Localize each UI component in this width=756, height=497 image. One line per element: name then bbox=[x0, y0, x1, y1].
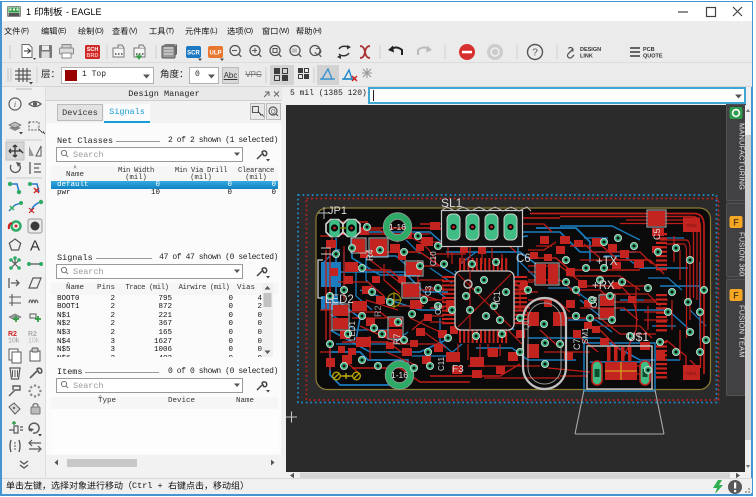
svg-text:F3: F3 bbox=[452, 364, 464, 375]
svg-text:+RX: +RX bbox=[592, 280, 615, 292]
svg-text:C3: C3 bbox=[424, 285, 433, 296]
svg-text:1-16: 1-16 bbox=[391, 370, 408, 380]
svg-text:R7: R7 bbox=[392, 333, 402, 345]
svg-text:C11: C11 bbox=[437, 356, 446, 371]
svg-text:P$31: P$31 bbox=[686, 371, 697, 376]
svg-text:10k: 10k bbox=[8, 338, 20, 345]
svg-text:BRD: BRD bbox=[87, 53, 99, 59]
svg-text:LED2: LED2 bbox=[325, 294, 354, 306]
svg-text:Q1: Q1 bbox=[522, 319, 531, 330]
svg-text:QUOTE: QUOTE bbox=[643, 54, 663, 60]
svg-text:R2: R2 bbox=[373, 305, 383, 317]
svg-text:DESIGN: DESIGN bbox=[580, 47, 601, 53]
svg-text:R4: R4 bbox=[365, 249, 375, 261]
svg-text:C5: C5 bbox=[652, 228, 662, 240]
svg-text:IC1: IC1 bbox=[492, 291, 502, 305]
svg-text:10k: 10k bbox=[28, 338, 40, 345]
svg-text:C4: C4 bbox=[434, 304, 443, 315]
svg-text:C6: C6 bbox=[516, 253, 531, 265]
svg-text:ULP: ULP bbox=[210, 51, 222, 57]
svg-text:U$1: U$1 bbox=[627, 330, 649, 344]
svg-text:SCR: SCR bbox=[187, 51, 200, 57]
svg-text:C10: C10 bbox=[429, 251, 438, 266]
svg-text:LED1: LED1 bbox=[348, 320, 357, 341]
svg-text:PCB: PCB bbox=[643, 47, 655, 53]
svg-text:1-16: 1-16 bbox=[389, 222, 406, 232]
svg-text:+TX: +TX bbox=[596, 256, 618, 268]
svg-text:P$32: P$32 bbox=[686, 223, 697, 228]
svg-text:LINK: LINK bbox=[580, 54, 593, 60]
svg-text:JP1: JP1 bbox=[328, 205, 347, 217]
svg-text:F: F bbox=[733, 291, 739, 301]
svg-text:i: i bbox=[14, 100, 16, 109]
svg-text:Q: Q bbox=[271, 110, 276, 116]
svg-text:C8: C8 bbox=[589, 296, 599, 308]
svg-text:A: A bbox=[30, 238, 40, 255]
svg-text:SM1: SM1 bbox=[581, 327, 590, 344]
svg-text:?: ? bbox=[532, 48, 538, 59]
svg-text:F: F bbox=[733, 218, 739, 228]
svg-text:SL1: SL1 bbox=[441, 196, 463, 210]
